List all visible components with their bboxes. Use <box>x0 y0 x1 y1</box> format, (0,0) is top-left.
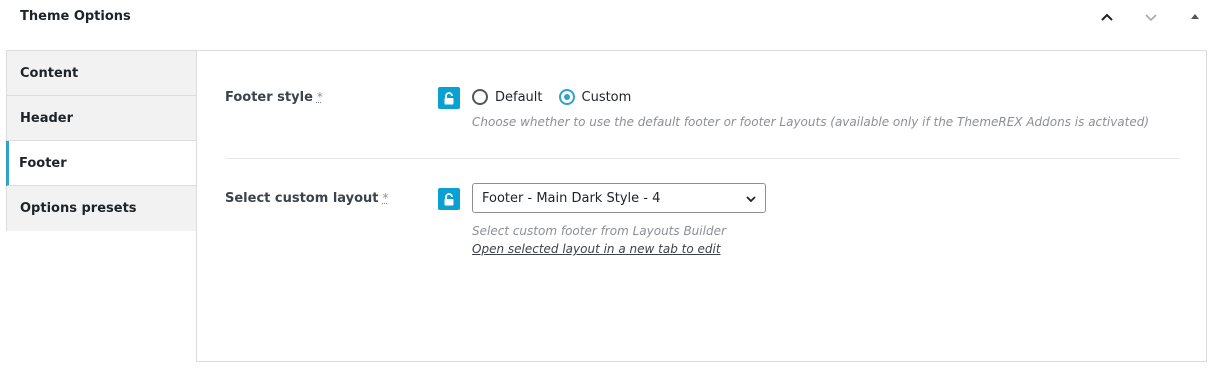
tab-label: Header <box>20 110 74 126</box>
required-mark: * <box>316 90 323 104</box>
unlock-icon <box>444 192 454 205</box>
footer-style-radio-group: Default Custom <box>472 89 647 105</box>
select-value: Footer - Main Dark Style - 4 <box>482 190 661 206</box>
edit-layout-link[interactable]: Open selected layout in a new tab to edi… <box>472 242 721 256</box>
custom-layout-label: Select custom layout * <box>225 191 389 206</box>
divider <box>225 158 1180 159</box>
options-panel: Footer style * Default Custom Choose whet… <box>196 50 1207 362</box>
unlock-icon <box>444 91 454 104</box>
required-mark: * <box>382 191 389 205</box>
chevron-down-icon <box>1145 14 1157 22</box>
radio-custom-label[interactable]: Custom <box>582 90 632 105</box>
move-up-button[interactable] <box>1096 6 1118 28</box>
chevron-up-icon <box>1101 13 1113 21</box>
radio-default[interactable] <box>472 89 488 105</box>
footer-style-description: Choose whether to use the default footer… <box>472 115 1150 129</box>
panel-header: Theme Options <box>0 0 1214 34</box>
custom-layout-description: Select custom footer from Layouts Builde… <box>472 224 726 238</box>
tab-content[interactable]: Content <box>7 51 197 96</box>
caret-up-icon <box>1191 14 1199 19</box>
radio-custom[interactable] <box>558 89 575 105</box>
tab-header[interactable]: Header <box>7 96 197 141</box>
tab-options-presets[interactable]: Options presets <box>7 186 197 231</box>
tab-label: Options presets <box>20 201 137 216</box>
footer-style-label: Footer style * <box>225 90 323 105</box>
tab-footer[interactable]: Footer <box>6 141 197 186</box>
custom-layout-lock-button[interactable] <box>438 188 460 210</box>
footer-style-label-text: Footer style <box>225 90 313 105</box>
radio-default-label[interactable]: Default <box>495 90 543 105</box>
custom-layout-label-text: Select custom layout <box>225 191 379 206</box>
tab-label: Content <box>20 65 79 81</box>
footer-style-lock-button[interactable] <box>438 87 460 109</box>
move-down-button[interactable] <box>1140 6 1162 28</box>
tab-label: Footer <box>19 155 67 171</box>
options-sidebar: Content Header Footer Options presets <box>6 50 197 231</box>
chevron-down-icon <box>746 196 756 203</box>
custom-layout-select[interactable]: Footer - Main Dark Style - 4 <box>472 183 766 213</box>
panel-title: Theme Options <box>20 9 131 24</box>
toggle-panel-button[interactable] <box>1184 6 1206 28</box>
